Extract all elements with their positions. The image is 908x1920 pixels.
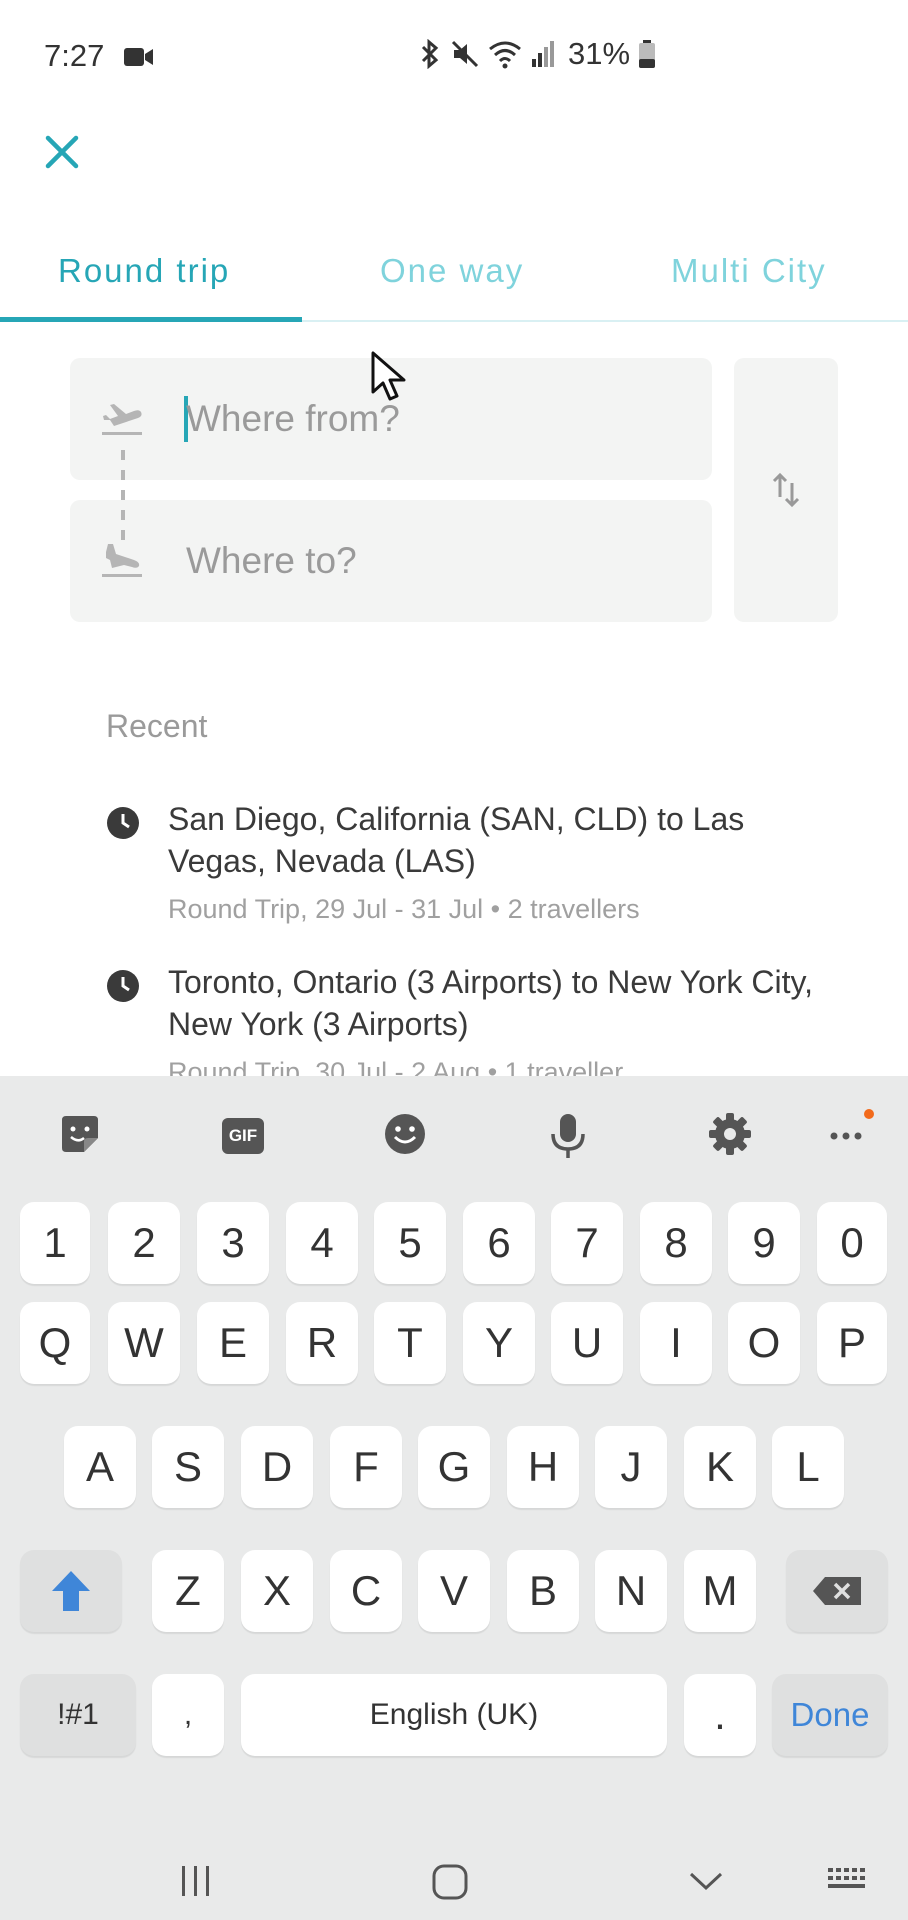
- home-icon[interactable]: [432, 1864, 468, 1900]
- key-j[interactable]: J: [595, 1426, 667, 1508]
- system-navigation-bar: [0, 1844, 908, 1920]
- trip-type-tabs: Round trip One way Multi City: [0, 240, 908, 322]
- key-b[interactable]: B: [507, 1550, 579, 1632]
- key-y[interactable]: Y: [463, 1302, 535, 1384]
- key-n[interactable]: N: [595, 1550, 667, 1632]
- period-key[interactable]: .: [684, 1674, 756, 1756]
- tab-one-way[interactable]: One way: [380, 252, 524, 290]
- key-1[interactable]: 1: [20, 1202, 90, 1284]
- on-screen-keyboard: GIF 1 2 3 4 5 6 7 8 9 0 Q W E R T Y U I …: [0, 1076, 908, 1844]
- key-v[interactable]: V: [418, 1550, 490, 1632]
- key-7[interactable]: 7: [551, 1202, 623, 1284]
- key-k[interactable]: K: [684, 1426, 756, 1508]
- recent-search-details: Round Trip, 30 Jul - 2 Aug • 1 traveller: [168, 1057, 624, 1076]
- key-z[interactable]: Z: [152, 1550, 224, 1632]
- status-icons: 31%: [418, 36, 656, 72]
- microphone-icon[interactable]: [546, 1112, 590, 1160]
- key-x[interactable]: X: [241, 1550, 313, 1632]
- key-3[interactable]: 3: [197, 1202, 269, 1284]
- key-6[interactable]: 6: [463, 1202, 535, 1284]
- keyboard-icon[interactable]: [826, 1864, 870, 1898]
- key-p[interactable]: P: [817, 1302, 887, 1384]
- back-icon[interactable]: [688, 1864, 724, 1898]
- arrival-plane-icon: [102, 544, 142, 577]
- route-connector: [121, 450, 125, 546]
- gif-icon[interactable]: GIF: [222, 1118, 264, 1154]
- status-bar: 7:27 31%: [0, 0, 908, 110]
- backspace-key[interactable]: [786, 1550, 888, 1632]
- swap-arrows-icon: [772, 472, 800, 508]
- emoji-icon[interactable]: [383, 1112, 427, 1156]
- recent-searches-list: San Diego, California (SAN, CLD) to Las …: [0, 790, 908, 1076]
- active-tab-indicator: [0, 317, 302, 322]
- mouse-pointer-icon: [371, 351, 406, 401]
- key-g[interactable]: G: [418, 1426, 490, 1508]
- shift-arrow-icon: [52, 1571, 90, 1611]
- key-8[interactable]: 8: [640, 1202, 712, 1284]
- key-5[interactable]: 5: [374, 1202, 446, 1284]
- sticker-icon[interactable]: [58, 1112, 102, 1156]
- origin-placeholder: Where from?: [186, 398, 400, 439]
- departure-plane-icon: [102, 404, 142, 435]
- recent-heading: Recent: [106, 708, 208, 744]
- close-icon[interactable]: [38, 128, 86, 176]
- key-u[interactable]: U: [551, 1302, 623, 1384]
- tab-round-trip[interactable]: Round trip: [58, 252, 230, 290]
- done-key[interactable]: Done: [772, 1674, 888, 1756]
- recent-search-item[interactable]: Toronto, Ontario (3 Airports) to New Yor…: [0, 961, 908, 1076]
- key-q[interactable]: Q: [20, 1302, 90, 1384]
- recent-search-item[interactable]: San Diego, California (SAN, CLD) to Las …: [0, 798, 908, 958]
- comma-key[interactable]: ,: [152, 1674, 224, 1756]
- space-key[interactable]: English (UK): [241, 1674, 667, 1756]
- recent-search-title: San Diego, California (SAN, CLD) to Las …: [168, 801, 745, 879]
- recent-search-title: Toronto, Ontario (3 Airports) to New Yor…: [168, 964, 813, 1042]
- key-w[interactable]: W: [108, 1302, 180, 1384]
- key-l[interactable]: L: [772, 1426, 844, 1508]
- destination-field[interactable]: Where to?: [70, 500, 712, 622]
- key-o[interactable]: O: [728, 1302, 800, 1384]
- clock-icon: [107, 970, 139, 1002]
- signal-icon: [532, 41, 554, 67]
- settings-icon[interactable]: [708, 1112, 752, 1156]
- recent-search-details: Round Trip, 29 Jul - 31 Jul • 2 travelle…: [168, 894, 640, 924]
- key-e[interactable]: E: [197, 1302, 269, 1384]
- key-s[interactable]: S: [152, 1426, 224, 1508]
- key-9[interactable]: 9: [728, 1202, 800, 1284]
- key-i[interactable]: I: [640, 1302, 712, 1384]
- key-a[interactable]: A: [64, 1426, 136, 1508]
- clock-icon: [107, 807, 139, 839]
- key-2[interactable]: 2: [108, 1202, 180, 1284]
- key-t[interactable]: T: [374, 1302, 446, 1384]
- key-c[interactable]: C: [330, 1550, 402, 1632]
- key-d[interactable]: D: [241, 1426, 313, 1508]
- recents-icon[interactable]: [178, 1864, 214, 1898]
- key-0[interactable]: 0: [817, 1202, 887, 1284]
- destination-placeholder: Where to?: [186, 540, 357, 581]
- keyboard-toolbar: GIF: [0, 1076, 908, 1196]
- battery-icon: [639, 40, 656, 68]
- key-r[interactable]: R: [286, 1302, 358, 1384]
- battery-percentage: 31%: [568, 36, 631, 71]
- key-4[interactable]: 4: [286, 1202, 358, 1284]
- more-icon[interactable]: [826, 1106, 876, 1156]
- key-m[interactable]: M: [684, 1550, 756, 1632]
- key-f[interactable]: F: [330, 1426, 402, 1508]
- tab-multi-city[interactable]: Multi City: [671, 252, 827, 290]
- backspace-icon: [813, 1577, 861, 1605]
- status-time: 7:27: [44, 38, 105, 73]
- wifi-icon: [489, 41, 521, 69]
- symbols-key[interactable]: !#1: [20, 1674, 136, 1756]
- mute-icon: [451, 40, 479, 68]
- swap-button[interactable]: [734, 358, 838, 622]
- video-camera-icon: [124, 48, 153, 66]
- shift-key[interactable]: [20, 1550, 122, 1632]
- bluetooth-icon: [421, 39, 439, 69]
- key-h[interactable]: H: [507, 1426, 579, 1508]
